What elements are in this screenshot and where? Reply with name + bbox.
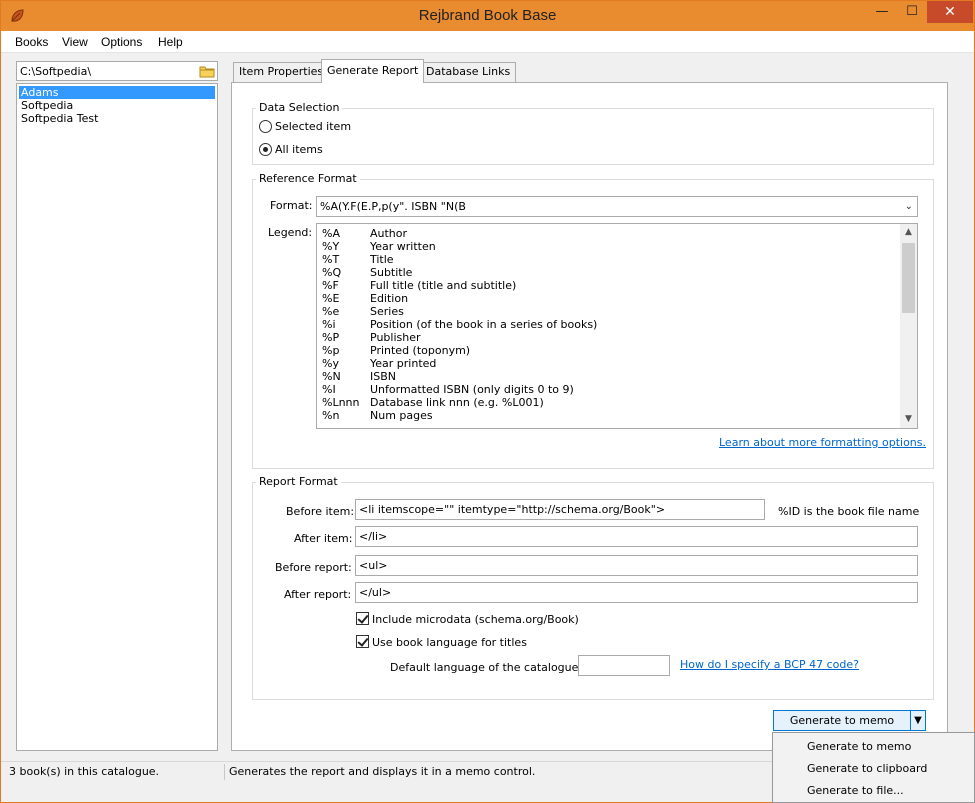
- legend-code: %Lnnn: [322, 396, 360, 409]
- status-book-count: 3 book(s) in this catalogue.: [9, 765, 160, 778]
- legend-description: Year printed: [370, 357, 437, 370]
- legend-code: %F: [322, 279, 339, 292]
- after-item-label: After item:: [294, 532, 353, 545]
- legend-description: Edition: [370, 292, 409, 305]
- legend-description: Num pages: [370, 409, 433, 422]
- menu-view[interactable]: View: [62, 35, 88, 49]
- format-label: Format:: [270, 199, 313, 212]
- generate-report-panel: Data Selection Selected item All items R…: [231, 82, 948, 751]
- legend-scrollbar[interactable]: ▲ ▼: [900, 224, 917, 428]
- scroll-down-icon[interactable]: ▼: [900, 411, 917, 428]
- app-window: Rejbrand Book Base — ☐ ✕ Books View Opti…: [0, 0, 975, 803]
- legend-code: %n: [322, 409, 340, 422]
- legend-code: %E: [322, 292, 340, 305]
- use-book-language-checkbox[interactable]: [356, 635, 369, 648]
- minimize-button[interactable]: —: [867, 1, 897, 23]
- legend-description: Database link nnn (e.g. %L001): [370, 396, 544, 409]
- generate-dropdown-button[interactable]: ▼: [910, 710, 926, 731]
- include-microdata-label[interactable]: Include microdata (schema.org/Book): [372, 613, 579, 626]
- legend-code: %e: [322, 305, 340, 318]
- tab-database-links[interactable]: Database Links: [420, 62, 517, 82]
- more-formatting-link[interactable]: Learn about more formatting options.: [719, 436, 926, 449]
- format-value: %A(Y.F(E.P,p(y". ISBN "N(B: [320, 200, 466, 213]
- id-note: %ID is the book file name: [778, 505, 920, 518]
- folder-icon[interactable]: [199, 64, 215, 78]
- legend-code: %p: [322, 344, 340, 357]
- legend-code: %Q: [322, 266, 342, 279]
- include-microdata-checkbox[interactable]: [356, 612, 369, 625]
- use-book-language-label[interactable]: Use book language for titles: [372, 636, 527, 649]
- after-item-input[interactable]: </li>: [355, 526, 918, 547]
- menu-item-generate-to-file[interactable]: Generate to file...: [807, 784, 904, 797]
- menu-help[interactable]: Help: [158, 35, 183, 49]
- scroll-thumb[interactable]: [902, 243, 915, 313]
- radio-all-items-label[interactable]: All items: [275, 143, 323, 156]
- book-list-item[interactable]: Softpedia Test: [19, 112, 215, 125]
- title-bar: Rejbrand Book Base — ☐ ✕: [1, 1, 974, 31]
- radio-selected-item[interactable]: [259, 120, 272, 133]
- triangle-down-icon: ▼: [914, 715, 922, 726]
- generate-to-memo-button[interactable]: Generate to memo: [773, 710, 911, 731]
- data-selection-group: [252, 108, 934, 165]
- tab-generate-report[interactable]: Generate Report: [321, 59, 425, 83]
- radio-selected-item-label[interactable]: Selected item: [275, 120, 351, 133]
- legend-code: %N: [322, 370, 341, 383]
- legend-description: Subtitle: [370, 266, 413, 279]
- legend-code: %P: [322, 331, 340, 344]
- before-report-label: Before report:: [275, 561, 352, 574]
- legend-description: ISBN: [370, 370, 397, 383]
- before-report-input[interactable]: <ul>: [355, 555, 918, 576]
- generate-dropdown-menu: Generate to memo Generate to clipboard G…: [772, 732, 975, 803]
- maximize-button[interactable]: ☐: [897, 1, 927, 23]
- status-divider: [224, 764, 225, 780]
- legend-code: %i: [322, 318, 336, 331]
- menu-item-generate-to-clipboard[interactable]: Generate to clipboard: [807, 762, 927, 775]
- legend-label: Legend:: [268, 226, 313, 239]
- menu-options[interactable]: Options: [101, 35, 142, 49]
- legend-code: %A: [322, 227, 340, 240]
- close-button[interactable]: ✕: [927, 1, 973, 23]
- legend-list[interactable]: %A Author %Y Year written %T Title %Q Subtitle%…: [316, 223, 918, 429]
- book-list-item[interactable]: Softpedia: [19, 99, 215, 112]
- catalogue-path-box[interactable]: C:\Softpedia\: [16, 61, 218, 81]
- format-dropdown[interactable]: %A(Y.F(E.P,p(y". ISBN "N(B ⌄: [316, 196, 918, 217]
- legend-description: Printed (toponym): [370, 344, 471, 357]
- report-format-title: Report Format: [256, 475, 341, 488]
- reference-format-title: Reference Format: [256, 172, 360, 185]
- book-list[interactable]: Adams Softpedia Softpedia Test: [16, 83, 218, 751]
- legend-code: %T: [322, 253, 340, 266]
- legend-description: Author: [370, 227, 408, 240]
- data-selection-title: Data Selection: [256, 101, 343, 114]
- after-report-label: After report:: [284, 588, 352, 601]
- legend-code: %I: [322, 383, 336, 396]
- tab-item-properties[interactable]: Item Properties: [233, 62, 330, 82]
- legend-description: Title: [370, 253, 394, 266]
- window-title: Rejbrand Book Base: [418, 7, 557, 24]
- legend-description: Full title (title and subtitle): [370, 279, 517, 292]
- legend-description: Unformatted ISBN (only digits 0 to 9): [370, 383, 574, 396]
- after-report-input[interactable]: </ul>: [355, 582, 918, 603]
- radio-all-items[interactable]: [259, 143, 272, 156]
- before-item-label: Before item:: [286, 505, 355, 518]
- before-item-input[interactable]: <li itemscope="" itemtype="http://schema…: [355, 499, 765, 520]
- catalogue-path: C:\Softpedia\: [20, 65, 92, 78]
- menu-item-generate-to-memo[interactable]: Generate to memo: [807, 740, 911, 753]
- default-language-label: Default language of the catalogue:: [390, 661, 583, 674]
- menu-bar: Books View Options Help: [1, 31, 974, 53]
- legend-description: Publisher: [370, 331, 421, 344]
- menu-books[interactable]: Books: [15, 35, 48, 49]
- status-hint: Generates the report and displays it in …: [229, 765, 536, 778]
- legend-description: Series: [370, 305, 404, 318]
- legend-code: %y: [322, 357, 339, 370]
- book-list-item[interactable]: Adams: [19, 86, 215, 99]
- default-language-input[interactable]: [578, 655, 670, 676]
- bcp47-help-link[interactable]: How do I specify a BCP 47 code?: [680, 658, 859, 671]
- legend-code: %Y: [322, 240, 340, 253]
- scroll-up-icon[interactable]: ▲: [900, 224, 917, 241]
- chevron-down-icon[interactable]: ⌄: [905, 197, 913, 216]
- legend-description: Year written: [370, 240, 436, 253]
- legend-description: Position (of the book in a series of boo…: [370, 318, 598, 331]
